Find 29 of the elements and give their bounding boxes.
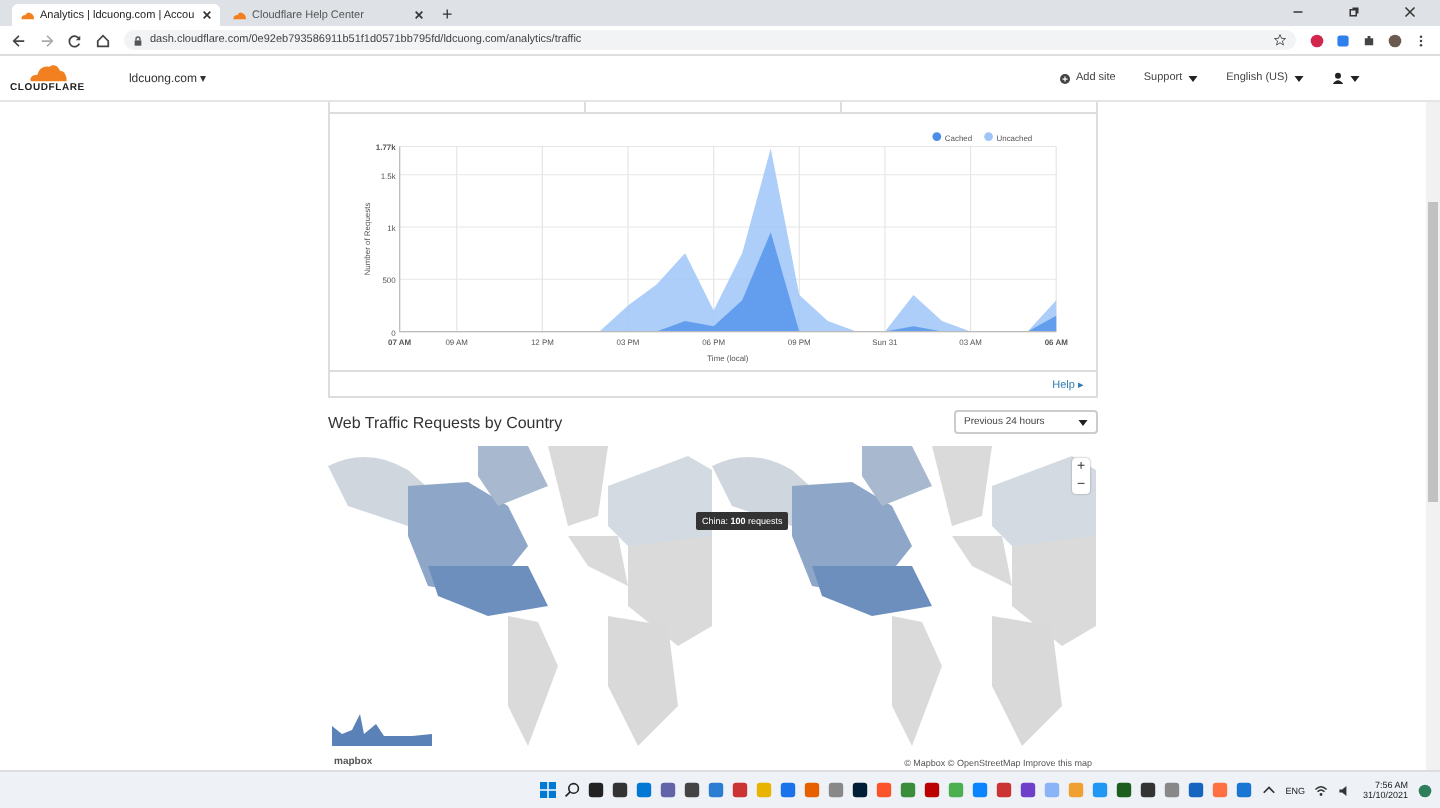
caret-icon — [1078, 419, 1088, 425]
caret-icon — [1294, 75, 1304, 81]
plus-icon — [1059, 73, 1070, 83]
new-tab-button[interactable]: + — [436, 4, 459, 26]
lock-icon — [134, 35, 142, 45]
more-icon[interactable] — [1414, 33, 1428, 47]
user-menu[interactable] — [1332, 72, 1360, 84]
minimize-icon[interactable] — [1292, 5, 1304, 17]
caret-icon — [1350, 75, 1360, 81]
avatar-icon[interactable] — [1388, 33, 1402, 47]
windows-logo-icon[interactable] — [540, 782, 556, 798]
reload-icon[interactable] — [68, 33, 82, 47]
close-icon[interactable] — [202, 10, 212, 20]
cloud-icon — [20, 10, 34, 20]
cloud-icon — [232, 10, 246, 20]
back-icon[interactable] — [12, 33, 26, 47]
home-icon[interactable] — [96, 33, 110, 47]
restore-icon[interactable] — [1348, 5, 1360, 17]
chevron-up-icon[interactable] — [1261, 783, 1276, 797]
close-icon[interactable] — [1404, 5, 1416, 17]
notification-icon[interactable] — [1418, 783, 1432, 797]
star-icon[interactable] — [1274, 34, 1286, 46]
user-icon — [1332, 72, 1344, 84]
close-icon[interactable] — [414, 10, 424, 20]
section-title: Web Traffic Requests by Country — [328, 413, 563, 431]
search-icon[interactable] — [564, 782, 580, 798]
scrollbar[interactable] — [1426, 102, 1440, 770]
wifi-icon[interactable] — [1314, 783, 1329, 797]
caret-icon — [1188, 75, 1199, 81]
